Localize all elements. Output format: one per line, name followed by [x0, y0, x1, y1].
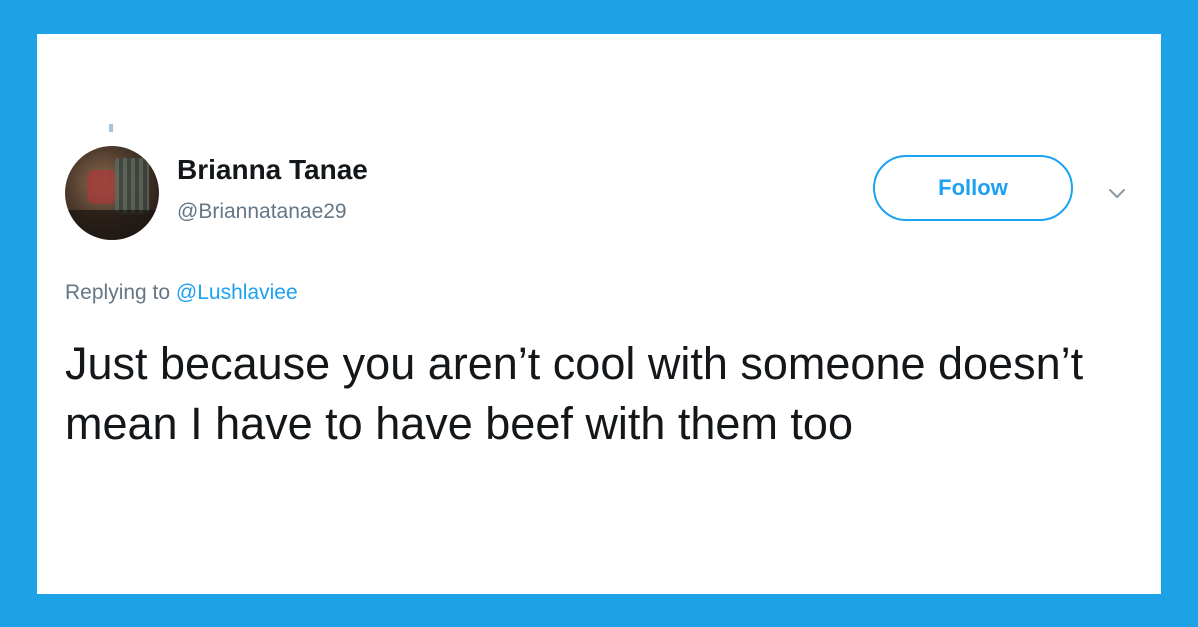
tweet-card: Brianna Tanae @Briannatanae29 Follow Rep…: [37, 34, 1161, 594]
replying-to-line: Replying to @Lushlaviee: [65, 281, 298, 305]
reply-mention-link[interactable]: @Lushlaviee: [176, 281, 298, 304]
replying-prefix: Replying to: [65, 281, 171, 304]
decorative-mark: [109, 124, 113, 132]
tweet-text: Just because you aren’t cool with someon…: [65, 338, 1084, 449]
blue-frame: Brianna Tanae @Briannatanae29 Follow Rep…: [0, 0, 1198, 627]
chevron-down-icon[interactable]: [1105, 182, 1129, 206]
follow-button[interactable]: Follow: [873, 155, 1073, 221]
author-name[interactable]: Brianna Tanae: [177, 154, 368, 186]
author-handle[interactable]: @Briannatanae29: [177, 200, 347, 224]
avatar[interactable]: [65, 146, 159, 240]
